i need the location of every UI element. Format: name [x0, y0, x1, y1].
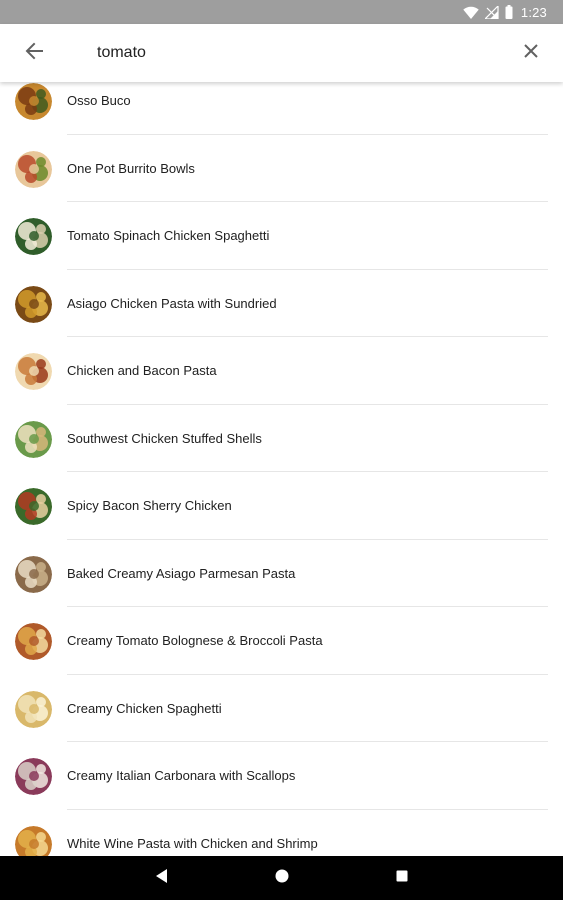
recipe-thumbnail	[15, 623, 52, 660]
result-row[interactable]: Southwest Chicken Stuffed Shells	[0, 405, 563, 472]
nav-back-button[interactable]	[102, 856, 222, 900]
recipe-thumbnail	[15, 285, 52, 323]
results-list[interactable]: Osso Buco One Pot Burrito Bowls Tomato Spi…	[0, 82, 563, 856]
result-row[interactable]: Creamy Tomato Bolognese & Broccoli Pasta	[0, 607, 563, 675]
recipe-thumbnail	[15, 488, 52, 525]
recipe-thumbnail	[15, 150, 52, 188]
result-label: One Pot Burrito Bowls	[67, 160, 195, 176]
nav-recents-icon	[396, 869, 408, 887]
result-row[interactable]: One Pot Burrito Bowls	[0, 135, 563, 202]
result-row[interactable]: Tomato Spinach Chicken Spaghetti	[0, 202, 563, 270]
result-label: Southwest Chicken Stuffed Shells	[67, 430, 262, 446]
battery-icon	[505, 5, 513, 19]
recipe-thumbnail	[15, 690, 52, 728]
result-label: Osso Buco	[67, 93, 131, 108]
search-input[interactable]	[97, 38, 477, 68]
recipe-thumbnail	[15, 825, 52, 856]
recipe-thumbnail	[15, 420, 52, 458]
result-label: Asiago Chicken Pasta with Sundried	[67, 295, 277, 311]
result-label: Creamy Italian Carbonara with Scallops	[67, 768, 296, 783]
recipe-thumbnail	[15, 218, 52, 255]
search-toolbar	[0, 24, 563, 82]
nav-recents-button[interactable]	[342, 856, 462, 900]
nav-home-icon	[275, 869, 289, 888]
back-button[interactable]	[18, 39, 50, 67]
result-row[interactable]: Spicy Bacon Sherry Chicken	[0, 472, 563, 540]
result-label: Spicy Bacon Sherry Chicken	[67, 498, 232, 513]
result-label: Chicken and Bacon Pasta	[67, 363, 217, 378]
result-row[interactable]: Asiago Chicken Pasta with Sundried	[0, 270, 563, 337]
recipe-thumbnail	[15, 758, 52, 795]
status-bar: 1:23	[0, 0, 563, 24]
result-row[interactable]: Creamy Italian Carbonara with Scallops	[0, 742, 563, 810]
recipe-thumbnail	[15, 353, 52, 390]
result-label: Baked Creamy Asiago Parmesan Pasta	[67, 565, 296, 581]
result-label: Creamy Tomato Bolognese & Broccoli Pasta	[67, 633, 323, 648]
clear-search-button[interactable]	[517, 39, 545, 67]
close-icon	[523, 43, 539, 64]
recipe-thumbnail	[15, 83, 52, 120]
result-row[interactable]: Baked Creamy Asiago Parmesan Pasta	[0, 540, 563, 607]
result-label: White Wine Pasta with Chicken and Shrimp	[67, 835, 318, 851]
navigation-bar	[0, 856, 563, 900]
recipe-thumbnail	[15, 555, 52, 593]
signal-icon	[484, 5, 499, 19]
wifi-icon	[463, 6, 479, 19]
result-row[interactable]: White Wine Pasta with Chicken and Shrimp	[0, 810, 563, 856]
result-label: Tomato Spinach Chicken Spaghetti	[67, 228, 270, 243]
result-label: Creamy Chicken Spaghetti	[67, 700, 222, 716]
nav-back-icon	[155, 868, 168, 888]
arrow-back-icon	[25, 42, 43, 65]
nav-home-button[interactable]	[222, 856, 342, 900]
result-row[interactable]: Osso Buco	[0, 82, 563, 135]
result-row[interactable]: Chicken and Bacon Pasta	[0, 337, 563, 405]
status-time: 1:23	[520, 4, 547, 20]
result-row[interactable]: Creamy Chicken Spaghetti	[0, 675, 563, 742]
